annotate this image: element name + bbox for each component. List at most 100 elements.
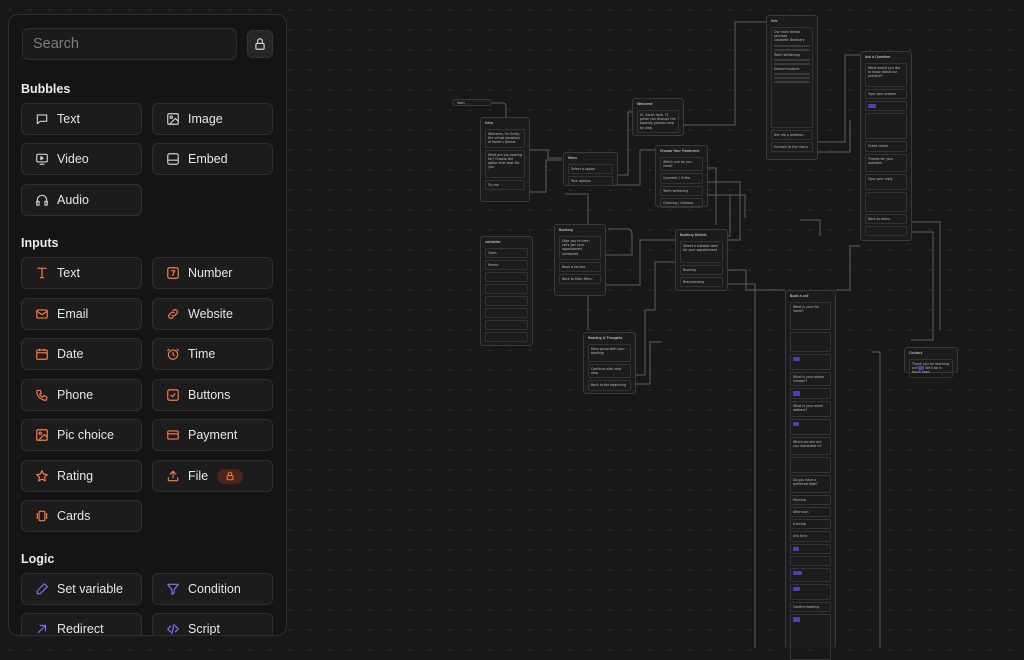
reading-block[interactable]: Reading & Thoughts Keep going with your … [583,332,636,394]
variable-item: Sighs [485,247,528,258]
buttons-input-button[interactable]: Buttons [152,379,273,411]
book-a-call-block[interactable]: Book a call What is your full name? What… [785,290,836,660]
number-input-button[interactable]: Number [152,257,273,289]
info-line: Dental Implants [774,66,800,71]
info-block[interactable]: Info Our main dental services Cosmetic D… [766,15,818,160]
audio-bubble-button[interactable]: Audio [21,184,142,216]
button-label: Set variable [57,582,124,596]
redirect-button[interactable]: Redirect [21,613,142,636]
time-input-button[interactable]: Time [152,338,273,370]
star-icon [35,469,49,483]
email-input-button[interactable]: Email [21,298,142,330]
text-bubble: What is your email address? [790,400,831,417]
button-item[interactable]: Go back to the menu [771,141,813,153]
start-label: Start [457,101,465,105]
button-label: Condition [188,582,241,596]
button-label: Number [188,266,233,280]
button-item[interactable] [865,225,907,236]
input-item [790,418,831,435]
option-item[interactable]: Teeth whitening [660,185,703,196]
embed-bubble-button[interactable]: Embed [152,143,273,175]
input-item: Type your reply [865,173,907,190]
intro-block[interactable]: Intro Welcome, I'm Emily, the virtual as… [480,117,530,202]
filter-icon [166,582,180,596]
variables-block[interactable]: variables Sighs Emma [480,236,533,346]
booking-block[interactable]: Booking Glad you're here! Let's get your… [554,224,606,296]
date-input-button[interactable]: Date [21,338,142,370]
info-line: Cosmetic Dentistry [774,38,805,43]
text-bubble-button[interactable]: Text [21,103,142,135]
button-item[interactable]: Back to Main Menu [559,273,601,285]
script-button[interactable]: Script [152,613,273,635]
pen-icon [35,582,49,596]
option-item[interactable]: Any time [790,531,831,542]
condition-button[interactable]: Condition [152,573,273,605]
text-bubble: Confirm booking [790,602,831,613]
lock-icon [255,38,265,50]
button-item[interactable]: Try me [485,179,525,190]
booking-details-block[interactable]: Booking Details Select a suitable date f… [675,229,728,291]
button-item[interactable]: Ask me a question [771,129,813,140]
block-title: Reading & Thoughts [588,336,623,340]
option-item[interactable]: Morning [790,494,831,505]
variable-item: Emma [485,259,528,271]
mail-icon [35,307,49,321]
set-variable-button[interactable]: Set variable [21,573,142,605]
payment-input-button[interactable]: Payment [152,419,273,451]
bubbles-section-title: Bubbles [21,82,71,96]
menu-block[interactable]: Menu Select a option Your options [563,152,618,187]
logic-section-title: Logic [21,552,55,566]
button-label: Time [188,347,216,361]
input-item [790,331,831,352]
rating-input-button[interactable]: Rating [21,460,142,492]
pic-choice-input-button[interactable]: Pic choice [21,419,142,451]
option-item[interactable]: Cosmetic / Ortho [660,173,703,184]
inputs-section-title: Inputs [21,236,59,250]
option-item[interactable]: Evening [790,519,831,530]
video-bubble-button[interactable]: Video [21,143,142,175]
locked-badge [217,468,244,484]
welcome-block[interactable]: Welcome Hi, Sarah here, I'll guide you t… [632,98,684,136]
search-input[interactable] [22,28,237,60]
button-item[interactable]: Booking [680,264,723,275]
text-bubble [790,388,831,399]
text-bubble: Which service are you interested in? [790,436,831,455]
option-item[interactable]: Cleaning / checkup [660,197,703,209]
text-input-button[interactable]: Text [21,257,142,289]
button-item[interactable]: Continue with next step [588,363,631,379]
website-input-button[interactable]: Website [152,298,273,330]
variable-tag [793,391,801,396]
credit-card-icon [166,428,180,442]
arrow-up-right-icon [35,622,49,635]
contact-block[interactable]: Contact Thank you for reaching out We'll… [904,347,958,378]
text-bubble [865,191,907,212]
file-input-button[interactable]: File [152,460,273,492]
text-bubble: Keep going with your booking [588,343,631,362]
image-bubble-button[interactable]: Image [152,103,273,135]
variable-tag [868,103,877,109]
cards-input-button[interactable]: Cards [21,500,142,532]
text-bubble: Do you have a preferred date? [790,474,831,493]
button-label: Redirect [57,622,104,636]
text-bubble: What would you like to know about our pr… [865,62,907,87]
phone-icon [35,388,49,402]
button-item[interactable]: Rescheduling [680,276,723,288]
upload-icon [166,469,180,483]
start-node[interactable]: Start [452,99,492,106]
choose-treatment-block[interactable]: Choose Your Treatment Which one do you n… [655,145,708,209]
button-label: Payment [188,428,238,442]
lock-sidebar-button[interactable] [247,30,273,58]
text-bubble: What is your phone number? [790,371,831,387]
link-icon [166,307,180,321]
input-item [790,584,831,601]
variable-tag [793,546,800,552]
text-bubble: Hi, Sarah here, I'll guide you through t… [637,109,679,133]
phone-input-button[interactable]: Phone [21,379,142,411]
text-bubble: What are you looking for? Choose the opt… [485,149,525,178]
button-item[interactable]: Back to menu [865,213,907,224]
ask-question-block[interactable]: Ask a Question What would you like to kn… [860,51,912,241]
button-item[interactable]: Book a service [559,261,601,272]
button-item[interactable]: Back to the beginning [588,380,631,391]
blocks-sidebar: Bubbles Text Image Video Embed Audio Inp… [8,14,287,636]
option-item[interactable]: Afternoon [790,506,831,518]
